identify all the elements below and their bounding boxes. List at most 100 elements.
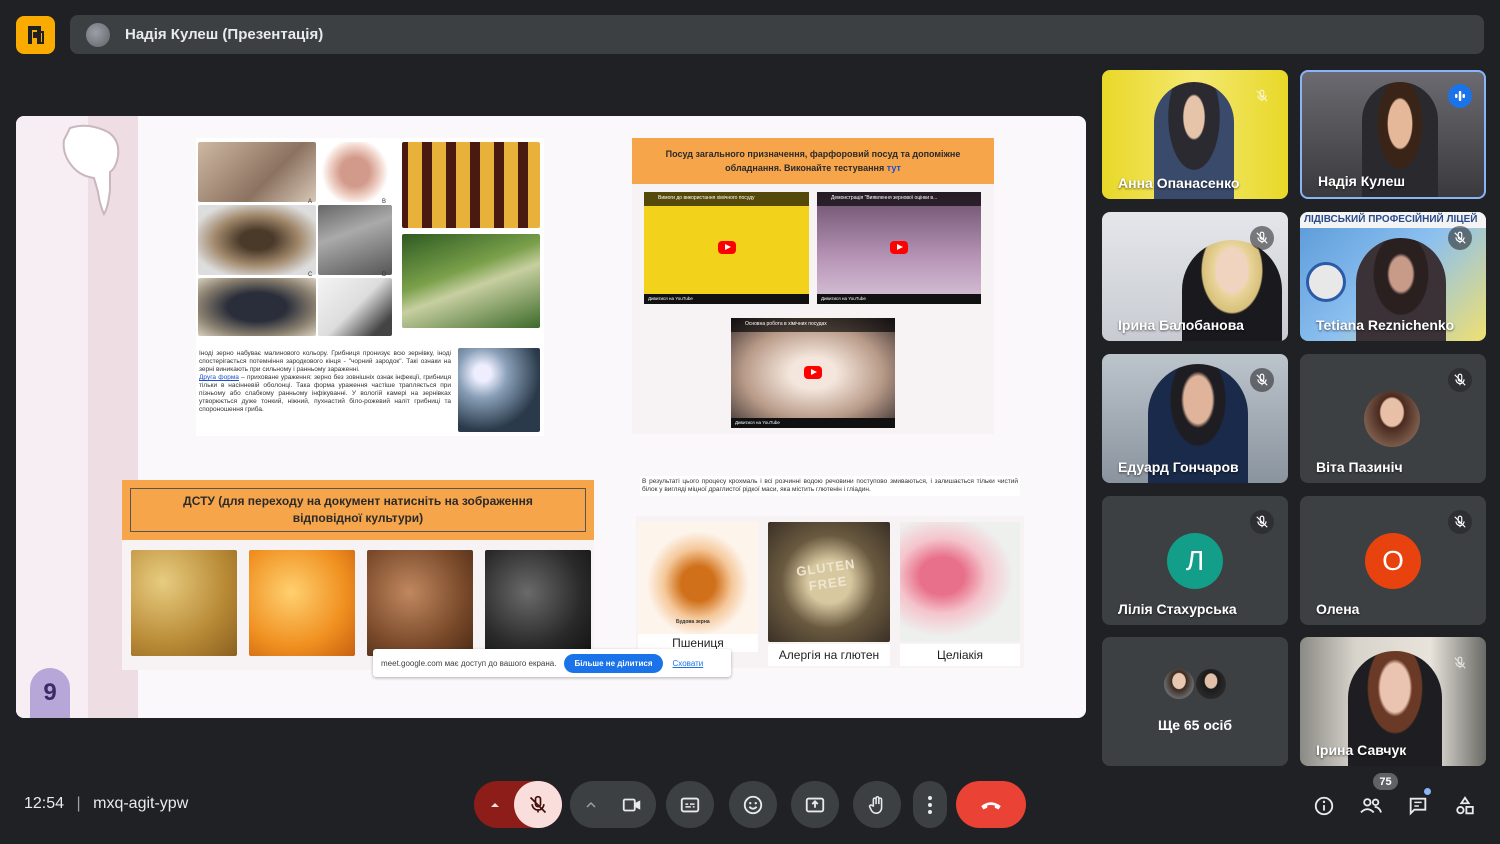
slide-page-number: 9 (30, 668, 70, 718)
card-gluten-allergy-image: GLUTEN FREE (768, 522, 890, 642)
mic-off-icon (1250, 84, 1274, 108)
video-lab-safety[interactable]: Вимоги до використання хімічного посуду … (644, 192, 809, 304)
card-wheat-image: Будова зерна (638, 522, 758, 634)
mic-off-icon (1250, 510, 1274, 534)
mic-off-icon (1250, 226, 1274, 250)
leave-call-button[interactable] (956, 781, 1026, 828)
video-title: Вимоги до використання хімічного посуду (644, 192, 809, 206)
activities-button[interactable] (1447, 788, 1483, 824)
reactions-button[interactable] (729, 781, 777, 828)
participant-initial-avatar: О (1365, 533, 1421, 589)
video-title: Основна робота в хімічних посудах (731, 318, 895, 332)
raise-hand-button[interactable] (853, 781, 901, 828)
participant-tile[interactable]: Анна Опанасенко (1102, 70, 1288, 199)
participant-avatar (1194, 667, 1228, 701)
participant-name: Олена (1316, 601, 1360, 617)
photo-letter-c: C (308, 272, 313, 278)
participant-name: Надія Кулеш (1318, 173, 1406, 189)
participant-tile[interactable]: ЛІДІВСЬКИЙ ПРОФЕСІЙНИЙ ЛІЦЕЙ Tetiana Rez… (1300, 212, 1486, 341)
crop-buckwheat-image[interactable] (367, 550, 473, 656)
grain-structure-label: Будова зерна (676, 619, 710, 625)
people-icon (1360, 798, 1382, 814)
participant-name: Едуард Гончаров (1118, 459, 1239, 475)
photo-letter-b: B (382, 199, 387, 205)
participant-tile[interactable]: Ірина Балобанова (1102, 212, 1288, 341)
youtube-play-icon[interactable] (890, 241, 908, 254)
mic-off-icon (1448, 226, 1472, 250)
closed-captions-icon (680, 797, 700, 812)
screen-share-notice: meet.google.com має доступ до вашого екр… (373, 649, 731, 677)
participant-tile-active[interactable]: Надія Кулеш (1300, 70, 1486, 199)
video-demonstration[interactable]: Демонстрація "Виявлення зернової оцінки … (817, 192, 981, 304)
hand-icon (868, 795, 883, 814)
video-basic-work[interactable]: Основна робота в хімічних посудах Дивити… (731, 318, 895, 428)
meeting-details-button[interactable] (1306, 788, 1342, 824)
dstu-header: ДСТУ (для переходу на документ натисніть… (122, 480, 594, 540)
photo-letter-d: D (382, 272, 387, 278)
app-logo (16, 16, 55, 54)
shared-presentation[interactable]: 9 A B C D Іноді зерно набуває малинового… (16, 116, 1086, 718)
info-separator: | (76, 795, 81, 812)
participant-avatar (1364, 391, 1420, 447)
speaking-indicator-icon (1448, 84, 1472, 108)
camera-toggle-button[interactable] (608, 781, 656, 828)
participant-avatar (1162, 667, 1196, 701)
more-participants-label: Ще 65 осіб (1157, 717, 1233, 733)
captions-button[interactable] (666, 781, 714, 828)
participant-name: Tetiana Reznichenko (1316, 317, 1455, 333)
thumbs-down-icon (62, 124, 120, 216)
mic-off-icon (1250, 368, 1274, 392)
unread-dot-icon (1424, 788, 1431, 795)
chat-icon (1409, 797, 1427, 816)
chevron-up-icon (586, 801, 596, 808)
participant-tile[interactable]: О Олена (1300, 496, 1486, 625)
participant-name: Ірина Савчук (1316, 742, 1407, 758)
participant-name: Лілія Стахурська (1118, 601, 1237, 617)
photo-infected-kernels (458, 348, 540, 432)
youtube-play-icon[interactable] (804, 366, 822, 379)
mic-off-icon (1448, 510, 1472, 534)
photo-wheat-ears (402, 234, 540, 328)
disease-photos-panel: A B C D Іноді зерно набуває малинового к… (196, 138, 544, 436)
participant-tile[interactable]: Ірина Савчук (1300, 637, 1486, 766)
crop-sunflower-image[interactable] (485, 550, 591, 656)
participant-tile[interactable]: Едуард Гончаров (1102, 354, 1288, 483)
participant-name: Ірина Балобанова (1118, 317, 1244, 333)
info-icon (1314, 796, 1334, 816)
clock-time: 12:54 (24, 795, 65, 812)
room-icon (27, 26, 44, 44)
people-button[interactable] (1353, 788, 1389, 824)
presenter-avatar (86, 22, 110, 47)
participant-tile[interactable]: Віта Пазиніч (1300, 354, 1486, 483)
gluten-free-sign: GLUTEN FREE (795, 556, 857, 594)
youtube-watch-label: Дивитися на YouTube (817, 294, 981, 304)
chevron-up-icon (491, 802, 499, 807)
more-participants-tile[interactable]: Ще 65 осіб (1102, 637, 1288, 766)
process-description: В результаті цього процесу крохмаль і вс… (640, 476, 1020, 496)
present-screen-button[interactable] (791, 781, 839, 828)
emoji-icon (743, 795, 763, 814)
participant-tile[interactable]: Л Лілія Стахурська (1102, 496, 1288, 625)
more-options-button[interactable] (913, 781, 947, 828)
youtube-watch-label: Дивитися на YouTube (731, 418, 895, 428)
stop-sharing-button[interactable]: Більше не ділитися (564, 653, 663, 673)
hide-notice-link[interactable]: Сховати (673, 659, 704, 668)
presentation-title-bar[interactable]: Надія Кулеш (Презентація) (70, 15, 1484, 54)
meeting-info: 12:54 | mxq-agit-ypw (24, 795, 188, 813)
crop-wheat-image[interactable] (131, 550, 237, 656)
youtube-play-icon[interactable] (718, 241, 736, 254)
photo-fungus-culture (318, 142, 392, 202)
end-call-icon (981, 801, 1001, 809)
presenter-title: Надія Кулеш (Презентація) (125, 26, 324, 43)
crop-corn-image[interactable] (249, 550, 355, 656)
microphone-toggle-button[interactable] (514, 781, 562, 828)
audio-options-button[interactable] (474, 781, 516, 828)
mic-off-icon (1448, 651, 1472, 675)
video-camera-icon (622, 798, 641, 811)
chat-button[interactable] (1400, 788, 1436, 824)
school-emblem-icon (1306, 262, 1346, 302)
video-options-button[interactable] (570, 781, 612, 828)
video-title: Демонстрація "Виявлення зернової оцінки … (817, 192, 981, 206)
participant-name: Анна Опанасенко (1118, 175, 1240, 191)
photo-white-mycelium (318, 278, 392, 336)
